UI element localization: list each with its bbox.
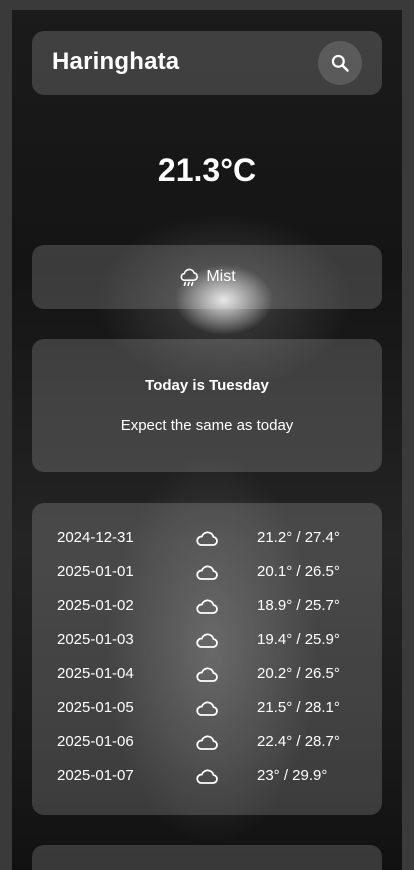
- today-title: Today is Tuesday: [145, 377, 269, 394]
- forecast-range: 23° / 29.9°: [257, 767, 328, 784]
- header-bar: Haringhata: [32, 31, 382, 95]
- forecast-range: 19.4° / 25.9°: [257, 631, 340, 648]
- cloud-icon: [196, 667, 218, 682]
- today-message: Expect the same as today: [120, 417, 294, 434]
- forecast-date: 2025-01-02: [57, 597, 134, 614]
- cloud-icon: [196, 735, 218, 750]
- app-frame: Haringhata 21.3°C Mist Today is Tuesday …: [12, 10, 402, 870]
- forecast-row: 2025-01-03 19.4° / 25.9°: [32, 626, 382, 654]
- today-card: Today is Tuesday Expect the same as toda…: [32, 339, 382, 472]
- forecast-card: 2024-12-31 21.2° / 27.4° 2025-01-01 20.1…: [32, 503, 382, 815]
- forecast-row: 2025-01-01 20.1° / 26.5°: [32, 558, 382, 586]
- cloud-icon: [196, 565, 218, 580]
- cloud-icon: [196, 769, 218, 784]
- condition-text: Mist: [206, 268, 236, 285]
- forecast-date: 2025-01-05: [57, 699, 134, 716]
- forecast-range: 20.2° / 26.5°: [257, 665, 340, 682]
- cloud-rain-icon: [180, 268, 199, 287]
- forecast-date: 2025-01-03: [57, 631, 134, 648]
- forecast-row: 2025-01-06 22.4° / 28.7°: [32, 728, 382, 756]
- forecast-date: 2025-01-06: [57, 733, 134, 750]
- forecast-range: 21.5° / 28.1°: [257, 699, 340, 716]
- current-temperature: 21.3°C: [157, 152, 257, 188]
- cloud-icon: [196, 633, 218, 648]
- forecast-date: 2025-01-04: [57, 665, 134, 682]
- forecast-range: 18.9° / 25.7°: [257, 597, 340, 614]
- forecast-range: 21.2° / 27.4°: [257, 529, 340, 546]
- condition-card: Mist: [32, 245, 382, 309]
- forecast-range: 20.1° / 26.5°: [257, 563, 340, 580]
- search-icon: [331, 54, 349, 72]
- forecast-range: 22.4° / 28.7°: [257, 733, 340, 750]
- search-button[interactable]: [318, 41, 362, 85]
- city-name: Haringhata: [52, 48, 180, 75]
- forecast-row: 2025-01-07 23° / 29.9°: [32, 762, 382, 790]
- cloud-icon: [196, 599, 218, 614]
- bottom-card: [32, 845, 382, 870]
- cloud-icon: [196, 701, 218, 716]
- forecast-row: 2025-01-05 21.5° / 28.1°: [32, 694, 382, 722]
- cloud-icon: [196, 531, 218, 546]
- forecast-date: 2024-12-31: [57, 529, 134, 546]
- forecast-row: 2025-01-02 18.9° / 25.7°: [32, 592, 382, 620]
- forecast-row: 2024-12-31 21.2° / 27.4°: [32, 524, 382, 552]
- forecast-date: 2025-01-01: [57, 563, 134, 580]
- forecast-date: 2025-01-07: [57, 767, 134, 784]
- forecast-row: 2025-01-04 20.2° / 26.5°: [32, 660, 382, 688]
